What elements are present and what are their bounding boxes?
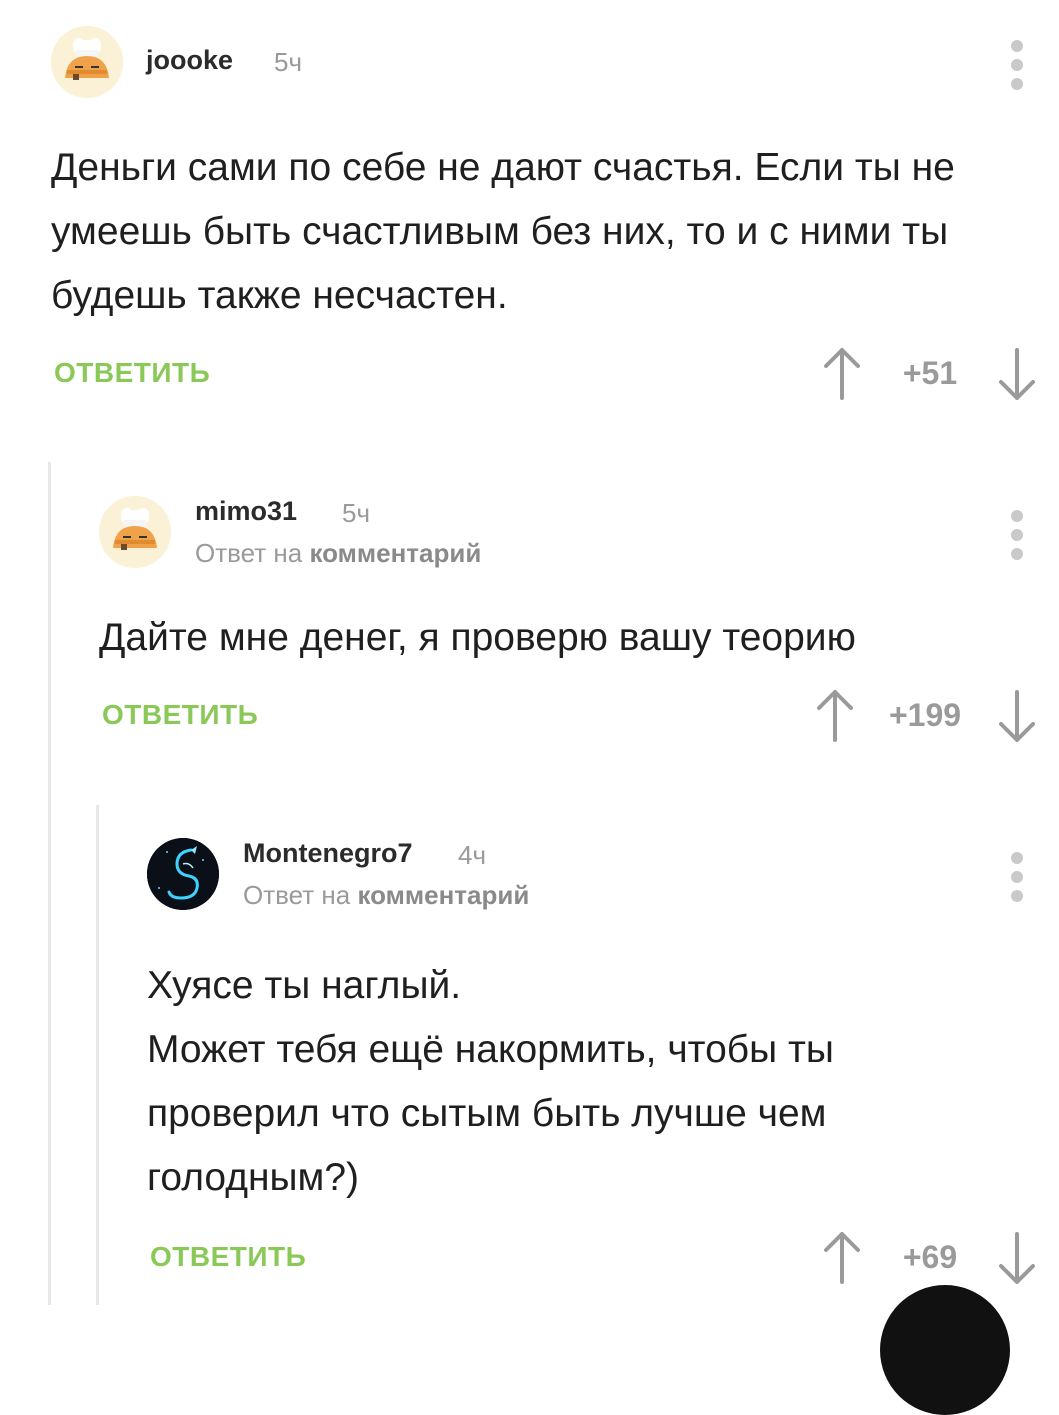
comment-line: Может тебя ещё накормить, чтобы ты [147, 1028, 834, 1071]
more-vertical-icon[interactable] [1002, 852, 1032, 902]
timestamp: 4ч [458, 840, 487, 870]
arrow-down-icon [999, 1232, 1035, 1284]
reply-to-prefix: Ответ на [243, 880, 351, 910]
username[interactable]: Montenegro7 [243, 838, 413, 869]
reply-button[interactable]: ОТВЕТИТЬ [150, 1241, 306, 1273]
comment-line: Хуясе ты наглый. [147, 964, 462, 1007]
vote-score: +69 [902, 1239, 958, 1275]
dragon-avatar-icon [147, 838, 219, 910]
avatar[interactable] [147, 838, 219, 910]
upvote-button[interactable] [822, 1230, 862, 1286]
reply-to-link[interactable]: Ответ на комментарий [243, 880, 529, 911]
comment-line: голодным?) [147, 1156, 360, 1199]
downvote-button[interactable] [997, 1230, 1037, 1286]
comment-line: проверил что сытым быть лучше чем [147, 1092, 827, 1135]
arrow-up-icon [824, 1232, 860, 1284]
reply-to-target[interactable]: комментарий [357, 880, 529, 910]
comment: Montenegro7 4ч Ответ на комментарий Хуяс… [0, 0, 1059, 1305]
comment-body: Хуясе ты наглый. Может тебя ещё накормит… [147, 954, 834, 1210]
